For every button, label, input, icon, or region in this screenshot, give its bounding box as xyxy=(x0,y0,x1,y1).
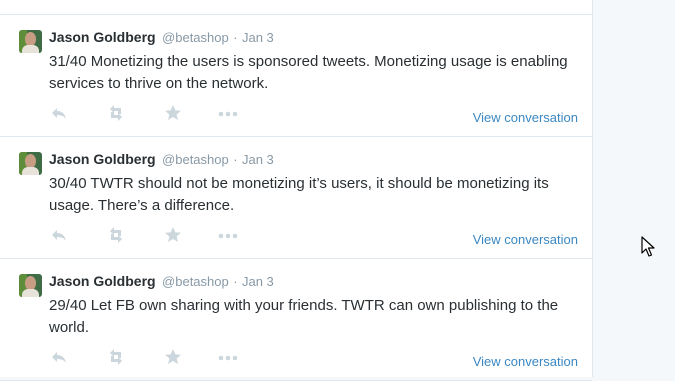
tweet-header: Jason Goldberg @betashop · Jan 3 xyxy=(49,29,274,46)
tweet-stream: Jason Goldberg @betashop · Jan 3 31/40 M… xyxy=(0,0,593,381)
author-name[interactable]: Jason Goldberg xyxy=(49,151,156,167)
reply-icon[interactable] xyxy=(49,347,71,367)
author-handle[interactable]: @betashop xyxy=(162,152,229,167)
view-conversation-link[interactable]: View conversation xyxy=(473,232,578,248)
mouse-pointer-icon xyxy=(641,236,655,258)
avatar[interactable] xyxy=(19,152,42,175)
view-conversation-link[interactable]: View conversation xyxy=(473,110,578,126)
star-icon[interactable] xyxy=(163,347,185,367)
more-dots-icon[interactable] xyxy=(217,225,239,245)
tweet-item[interactable]: Jason Goldberg @betashop · Jan 3 30/40 T… xyxy=(0,137,592,259)
retweet-icon[interactable] xyxy=(105,347,127,367)
star-icon[interactable] xyxy=(163,103,185,123)
retweet-icon[interactable] xyxy=(105,225,127,245)
retweet-icon[interactable] xyxy=(105,103,127,123)
tweet-date[interactable]: Jan 3 xyxy=(242,30,274,45)
more-dots-icon[interactable] xyxy=(217,347,239,367)
tweet-text: 29/40 Let FB own sharing with your frien… xyxy=(49,297,559,336)
tweet-date[interactable]: Jan 3 xyxy=(242,274,274,289)
tweet-text: 31/40 Monetizing the users is sponsored … xyxy=(49,53,568,92)
separator-dot: · xyxy=(233,30,238,45)
reply-icon[interactable] xyxy=(49,225,71,245)
separator-dot: · xyxy=(233,152,238,167)
tweet-date[interactable]: Jan 3 xyxy=(242,152,274,167)
author-handle[interactable]: @betashop xyxy=(162,30,229,45)
tweet-text: 30/40 TWTR should not be monetizing it’s… xyxy=(49,175,549,214)
tweet-header: Jason Goldberg @betashop · Jan 3 xyxy=(49,151,274,168)
tweet-item[interactable]: Jason Goldberg @betashop · Jan 3 31/40 M… xyxy=(0,15,592,137)
author-name[interactable]: Jason Goldberg xyxy=(49,29,156,45)
author-name[interactable]: Jason Goldberg xyxy=(49,273,156,289)
reply-icon[interactable] xyxy=(49,103,71,123)
tweet-item[interactable]: Jason Goldberg @betashop · Jan 3 29/40 L… xyxy=(0,259,592,381)
view-conversation-link[interactable]: View conversation xyxy=(473,354,578,370)
author-handle[interactable]: @betashop xyxy=(162,274,229,289)
star-icon[interactable] xyxy=(163,225,185,245)
avatar[interactable] xyxy=(19,30,42,53)
more-dots-icon[interactable] xyxy=(217,103,239,123)
separator-dot: · xyxy=(233,274,238,289)
avatar[interactable] xyxy=(19,274,42,297)
tweet-header: Jason Goldberg @betashop · Jan 3 xyxy=(49,273,274,290)
